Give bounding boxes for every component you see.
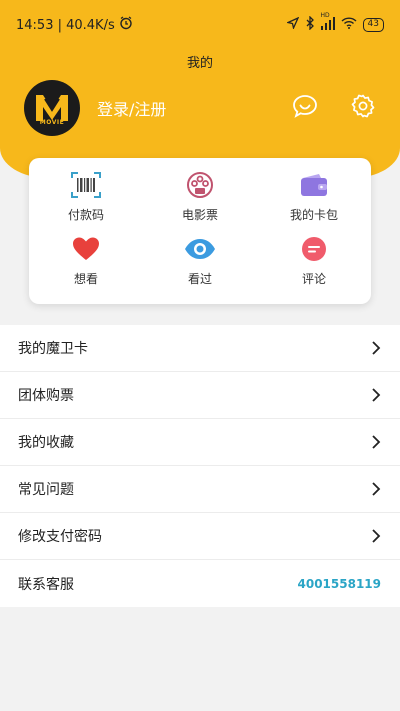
quick-action-watched[interactable]: 看过: [143, 234, 257, 298]
eye-icon: [184, 234, 216, 264]
menu-item-label: 我的收藏: [18, 435, 74, 451]
profile-section: MOVIE 登录/注册: [24, 80, 376, 136]
chevron-right-icon: [371, 340, 381, 356]
battery-indicator: 43: [362, 18, 384, 32]
quick-action-label: 看过: [187, 272, 212, 286]
menu-item-label: 修改支付密码: [18, 529, 102, 545]
settings-menu-list: 我的魔卫卡 团体购票 我的收藏 常见问题 修改支付密码 联系客服 4001558…: [0, 325, 400, 607]
quick-action-label: 电影票: [181, 208, 218, 222]
page-title: 我的: [186, 56, 213, 71]
menu-item-faq[interactable]: 常见问题: [0, 466, 400, 513]
quick-action-movie-ticket[interactable]: 电影票: [143, 170, 257, 234]
menu-item-change-payment-password[interactable]: 修改支付密码: [0, 513, 400, 560]
settings-gear-icon[interactable]: [350, 93, 376, 123]
support-phone-number[interactable]: 4001558119: [298, 577, 382, 591]
network-badge: HD: [320, 11, 330, 19]
menu-item-movie-card[interactable]: 我的魔卫卡: [0, 325, 400, 372]
chevron-right-icon: [371, 387, 381, 403]
quick-action-comments[interactable]: 评论: [257, 234, 371, 298]
quick-action-label: 付款码: [67, 208, 104, 222]
barcode-scan-icon: [70, 170, 102, 200]
status-time-speed: 14:53 | 40.4K/s: [16, 17, 115, 33]
bluetooth-icon: [305, 15, 315, 34]
menu-item-label: 我的魔卫卡: [18, 341, 88, 357]
signal-icon: HD: [320, 12, 335, 34]
avatar-logo-text: MOVIE: [39, 119, 65, 126]
chevron-right-icon: [371, 481, 381, 497]
status-bar: 14:53 | 40.4K/s HD 43: [0, 0, 400, 50]
header-actions: [292, 93, 376, 123]
message-icon[interactable]: [292, 93, 318, 123]
menu-item-contact-support[interactable]: 联系客服 4001558119: [0, 560, 400, 607]
status-left: 14:53 | 40.4K/s: [16, 16, 133, 34]
chevron-right-icon: [371, 434, 381, 450]
quick-action-want-to-see[interactable]: 想看: [29, 234, 143, 298]
comment-icon: [298, 234, 330, 264]
menu-item-group-purchase[interactable]: 团体购票: [0, 372, 400, 419]
alarm-icon: [119, 16, 133, 34]
menu-item-label: 团体购票: [18, 388, 74, 404]
wifi-icon: [341, 17, 357, 33]
wallet-icon: [298, 170, 330, 200]
chevron-right-icon: [371, 528, 381, 544]
menu-item-label: 常见问题: [18, 482, 74, 498]
quick-action-label: 我的卡包: [289, 208, 338, 222]
quick-action-label: 评论: [301, 272, 326, 286]
menu-item-favorites[interactable]: 我的收藏: [0, 419, 400, 466]
quick-action-label: 想看: [73, 272, 98, 286]
film-ticket-icon: [184, 170, 216, 200]
heart-icon: [70, 234, 102, 264]
login-register-link[interactable]: 登录/注册: [97, 96, 166, 120]
quick-action-card-wallet[interactable]: 我的卡包: [257, 170, 371, 234]
avatar[interactable]: MOVIE: [24, 80, 80, 136]
quick-actions-card: 付款码 电影票 我的卡包 想看 看过 评论: [29, 158, 371, 304]
location-arrow-icon: [285, 16, 299, 33]
quick-action-payment-code[interactable]: 付款码: [29, 170, 143, 234]
menu-item-label: 联系客服: [18, 576, 74, 593]
status-right: HD 43: [285, 12, 384, 34]
